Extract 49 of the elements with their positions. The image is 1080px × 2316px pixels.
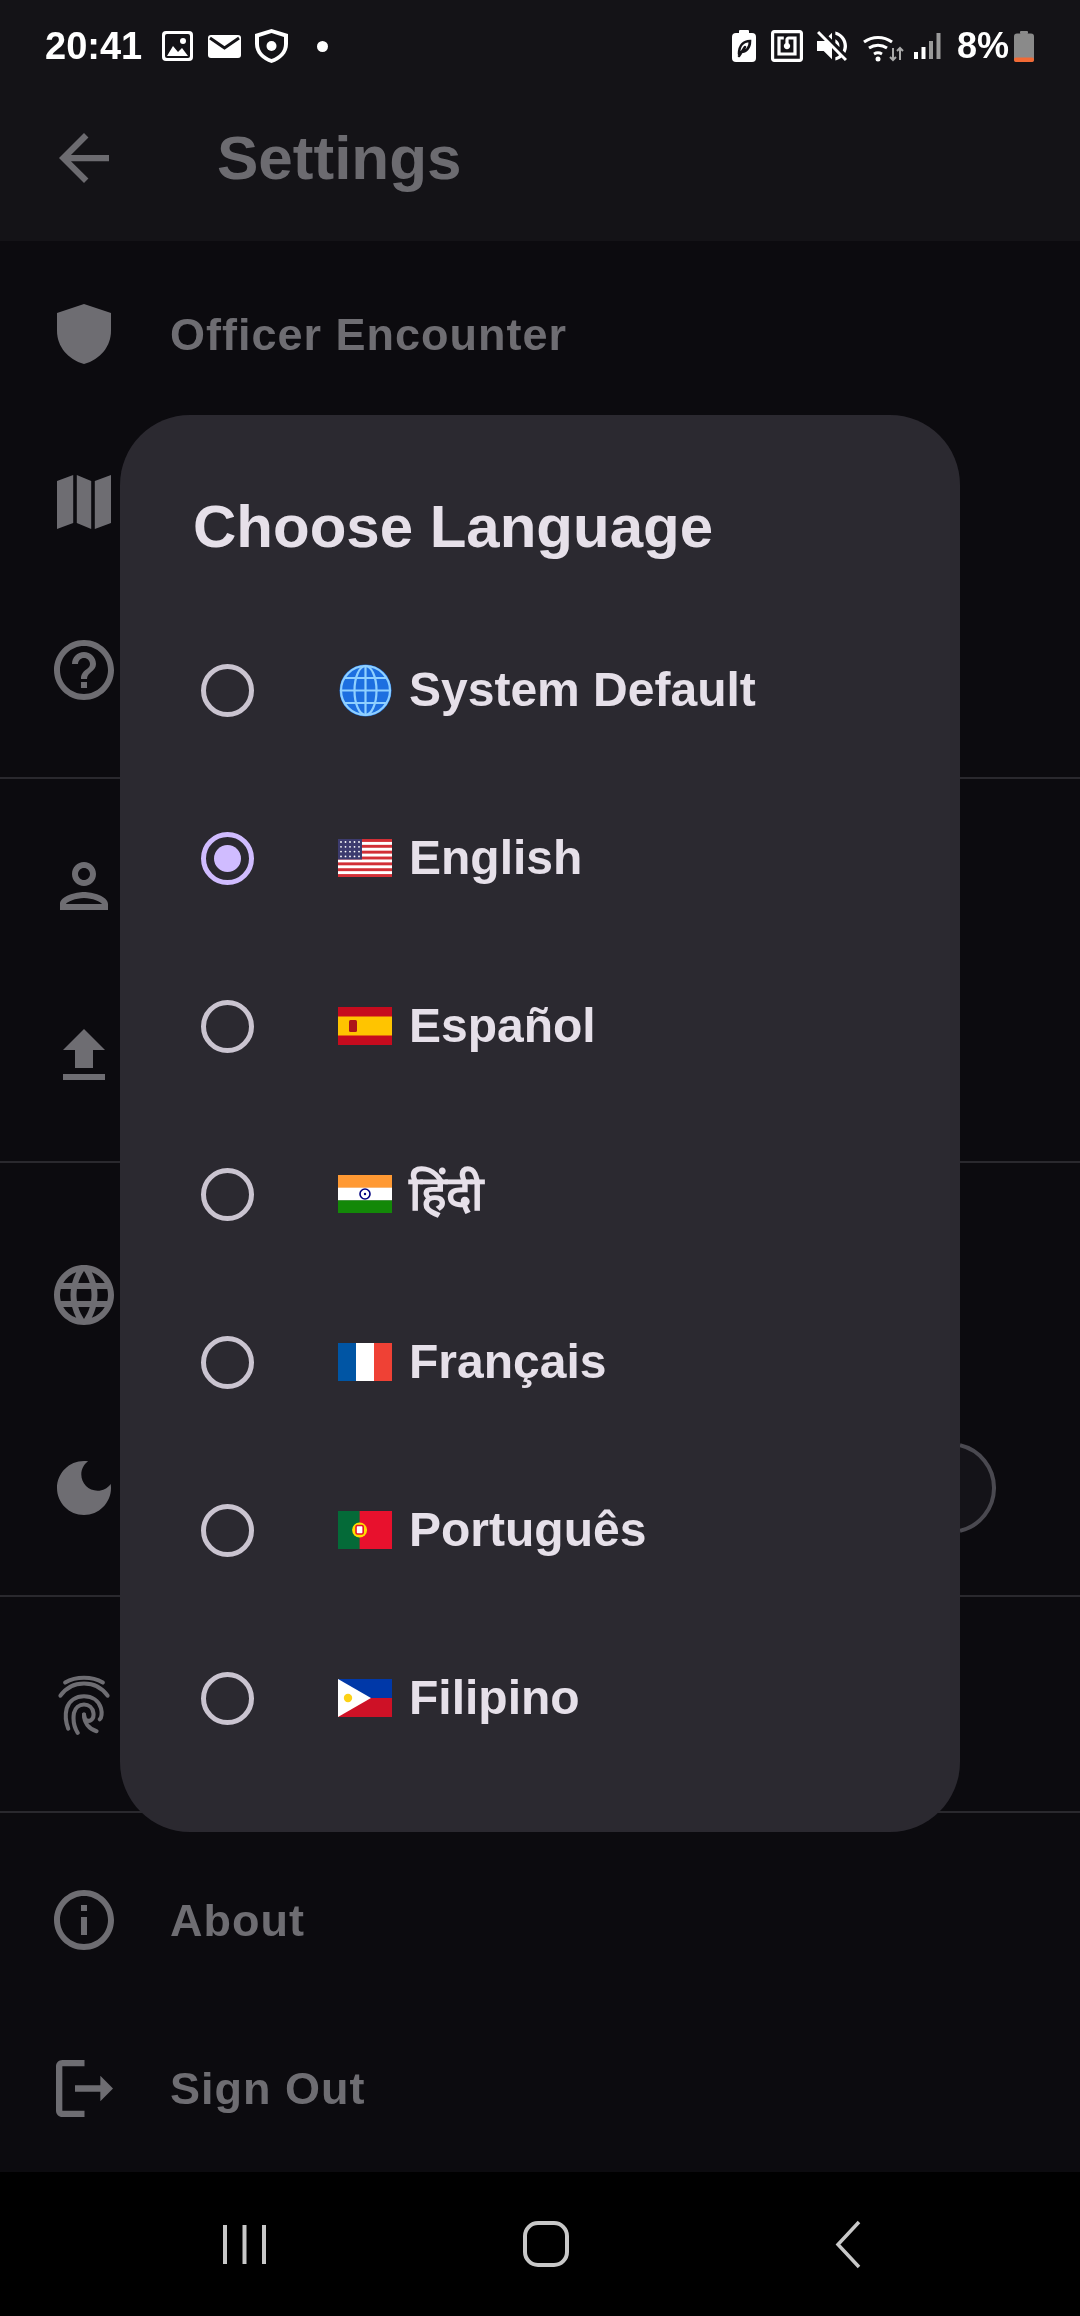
battery-percent: 8% bbox=[956, 28, 1009, 64]
radio-button[interactable] bbox=[201, 1671, 254, 1725]
upload-icon bbox=[63, 1028, 105, 1080]
recents-icon[interactable] bbox=[222, 2222, 267, 2266]
radio-button[interactable] bbox=[201, 999, 254, 1053]
settings-item-label[interactable]: About bbox=[170, 1897, 305, 1943]
radio-button[interactable] bbox=[201, 1503, 254, 1557]
radio-button[interactable] bbox=[201, 1167, 254, 1221]
radio-button[interactable] bbox=[201, 1335, 254, 1389]
india-flag-icon bbox=[338, 1175, 392, 1213]
home-icon[interactable] bbox=[523, 2221, 569, 2267]
dialog-title: Choose Language bbox=[193, 497, 714, 557]
mute-icon bbox=[816, 31, 847, 61]
language-label[interactable]: Español bbox=[409, 1002, 596, 1050]
language-label[interactable]: Filipino bbox=[409, 1674, 580, 1722]
language-label[interactable]: English bbox=[409, 834, 583, 882]
fingerprint-icon bbox=[57, 1673, 111, 1735]
radio-button[interactable] bbox=[201, 831, 254, 885]
back-icon[interactable] bbox=[835, 2219, 861, 2269]
language-label[interactable]: Português bbox=[409, 1506, 647, 1554]
portugal-flag-icon bbox=[338, 1511, 392, 1549]
battery-icon bbox=[1014, 30, 1034, 62]
language-label[interactable]: System Default bbox=[409, 666, 756, 714]
mail-icon bbox=[208, 34, 242, 58]
philippines-flag-icon bbox=[338, 1679, 392, 1717]
globe-icon bbox=[54, 1265, 114, 1325]
info-icon bbox=[54, 1890, 114, 1950]
language-label[interactable]: Français bbox=[409, 1338, 607, 1386]
nfc-icon bbox=[770, 30, 803, 62]
toggle-switch[interactable] bbox=[960, 1443, 996, 1533]
shield-icon bbox=[57, 304, 111, 364]
radio-button[interactable] bbox=[201, 663, 254, 717]
status-time: 20:41 bbox=[45, 27, 143, 65]
image-icon bbox=[162, 31, 194, 61]
person-icon bbox=[60, 862, 108, 910]
moon-icon bbox=[57, 1461, 111, 1515]
map-icon bbox=[57, 475, 111, 529]
globe-icon bbox=[338, 663, 392, 717]
settings-item-label[interactable]: Officer Encounter bbox=[170, 311, 568, 357]
spain-flag-icon bbox=[338, 1007, 392, 1045]
help-icon bbox=[54, 640, 114, 700]
signal-icon bbox=[913, 33, 941, 59]
logout-icon bbox=[55, 2059, 113, 2117]
settings-item-label[interactable]: Sign Out bbox=[170, 2065, 366, 2111]
dot-icon bbox=[317, 40, 329, 52]
shield-icon bbox=[255, 29, 289, 63]
france-flag-icon bbox=[338, 1343, 392, 1381]
battery-leaf-icon bbox=[731, 30, 756, 62]
us-flag-icon bbox=[338, 839, 392, 877]
